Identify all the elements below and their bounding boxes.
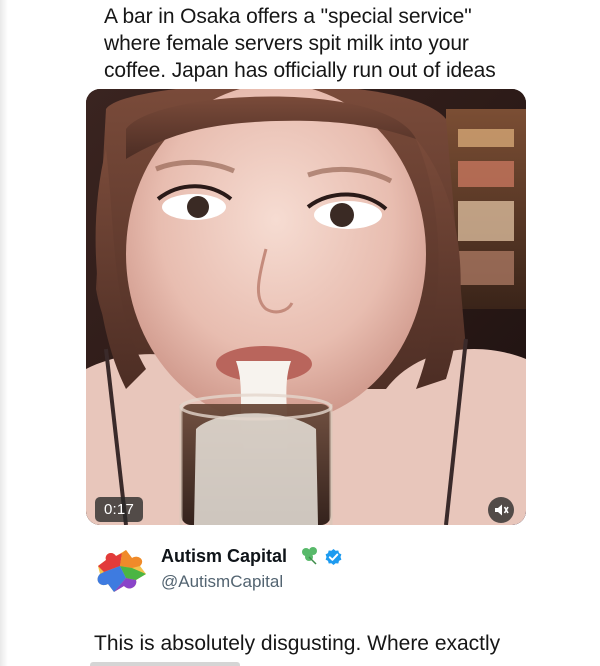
reply-text: This is absolutely disgusting. Where exa…: [94, 632, 501, 655]
post-text-line: A bar in Osaka offers a "special service…: [104, 5, 472, 28]
verified-icon: [324, 548, 343, 567]
page-edge-shadow: [0, 0, 8, 666]
muted-speaker-icon[interactable]: [488, 497, 514, 523]
post-card: A bar in Osaka offers a "special service…: [0, 0, 600, 666]
clover-icon: [298, 545, 322, 565]
post-text: A bar in Osaka offers a "special service…: [104, 3, 524, 84]
author-name[interactable]: Autism Capital: [161, 546, 287, 567]
video-duration-badge: 0:17: [95, 497, 143, 522]
post-text-line: where female servers spit milk into your: [104, 32, 469, 55]
video-frame: [86, 89, 526, 525]
author-handle[interactable]: @AutismCapital: [161, 572, 283, 592]
video-player[interactable]: [86, 89, 526, 525]
post-text-line: coffee. Japan has officially run out of …: [104, 59, 496, 82]
rainbow-puzzle-icon[interactable]: [92, 542, 150, 596]
cut-off-text-line: [90, 660, 330, 666]
